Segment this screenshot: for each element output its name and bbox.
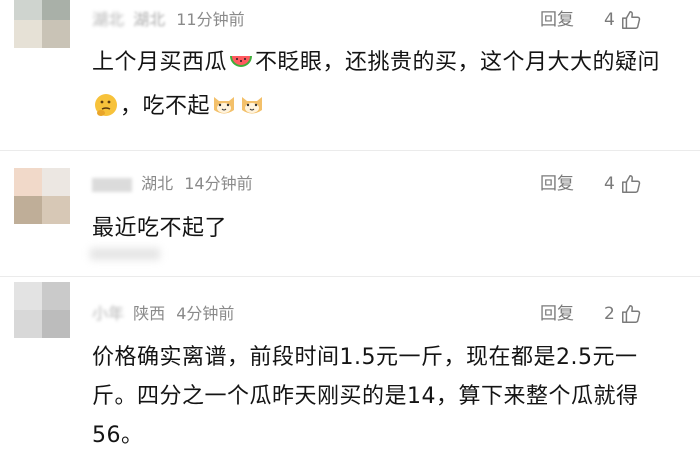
- comment-text-part: ，吃不起: [120, 94, 211, 119]
- avatar[interactable]: [14, 282, 70, 338]
- thumbs-up-icon: [621, 305, 641, 323]
- reply-button[interactable]: 回复: [540, 171, 574, 197]
- cat-emoji: [211, 92, 237, 131]
- comment-text: 最近吃不起了: [92, 216, 228, 241]
- comment-item: 湖北 湖北 11分钟前 回复 4 上个月买西瓜 不眨眼，还挑贵的买，这个月大大的疑…: [0, 0, 700, 160]
- comment-time: 14分钟前: [184, 174, 253, 193]
- like-count: 4: [604, 10, 615, 30]
- like-count: 2: [604, 304, 615, 324]
- divider: [0, 150, 700, 151]
- comment-item: 小年 陕西 4分钟前 回复 2 价格确实离谱，前段时间1.5元一斤，现在都是2.…: [0, 280, 700, 465]
- comment-text-part: 不眨眼，还挑贵的买，这个月大大的疑问: [255, 50, 661, 75]
- avatar[interactable]: [14, 0, 70, 48]
- reply-button[interactable]: 回复: [540, 7, 574, 33]
- cat-emoji: [239, 92, 265, 131]
- like-button[interactable]: 2: [604, 301, 642, 327]
- divider: [0, 276, 700, 277]
- comment-time: 11分钟前: [176, 10, 245, 29]
- comment-meta: 小年 陕西 4分钟前: [92, 301, 234, 327]
- author-location: 湖北: [141, 174, 174, 193]
- comment-meta: 湖北 湖北 11分钟前: [92, 7, 245, 33]
- like-button[interactable]: 4: [604, 171, 642, 197]
- like-count: 4: [604, 174, 615, 194]
- watermelon-emoji: [228, 48, 254, 87]
- thumbs-up-icon: [621, 11, 641, 29]
- author-location: 陕西: [133, 304, 166, 323]
- like-button[interactable]: 4: [604, 7, 642, 33]
- reply-button[interactable]: 回复: [540, 301, 574, 327]
- comment-text: 上个月买西瓜 不眨眼，还挑贵的买，这个月大大的疑问 ，吃不起: [92, 43, 682, 131]
- comment-text-part: 上个月买西瓜: [92, 50, 228, 75]
- comment-time: 4分钟前: [176, 304, 235, 323]
- author-name[interactable]: 湖北: [92, 7, 124, 33]
- comment-meta: 湖北 14分钟前: [92, 171, 253, 197]
- author-name[interactable]: [92, 177, 132, 192]
- comment-text: 价格确实离谱，前段时间1.5元一斤，现在都是2.5元一斤。四分之一个瓜昨天刚买的…: [92, 345, 639, 448]
- author-location: 湖北: [133, 10, 166, 29]
- author-name[interactable]: 小年: [92, 301, 124, 327]
- blurred-region: [90, 248, 160, 260]
- thumbs-up-icon: [621, 175, 641, 193]
- avatar[interactable]: [14, 168, 70, 224]
- thinking-emoji: [93, 92, 119, 131]
- comment-item: 湖北 14分钟前 回复 4 最近吃不起了: [0, 160, 700, 270]
